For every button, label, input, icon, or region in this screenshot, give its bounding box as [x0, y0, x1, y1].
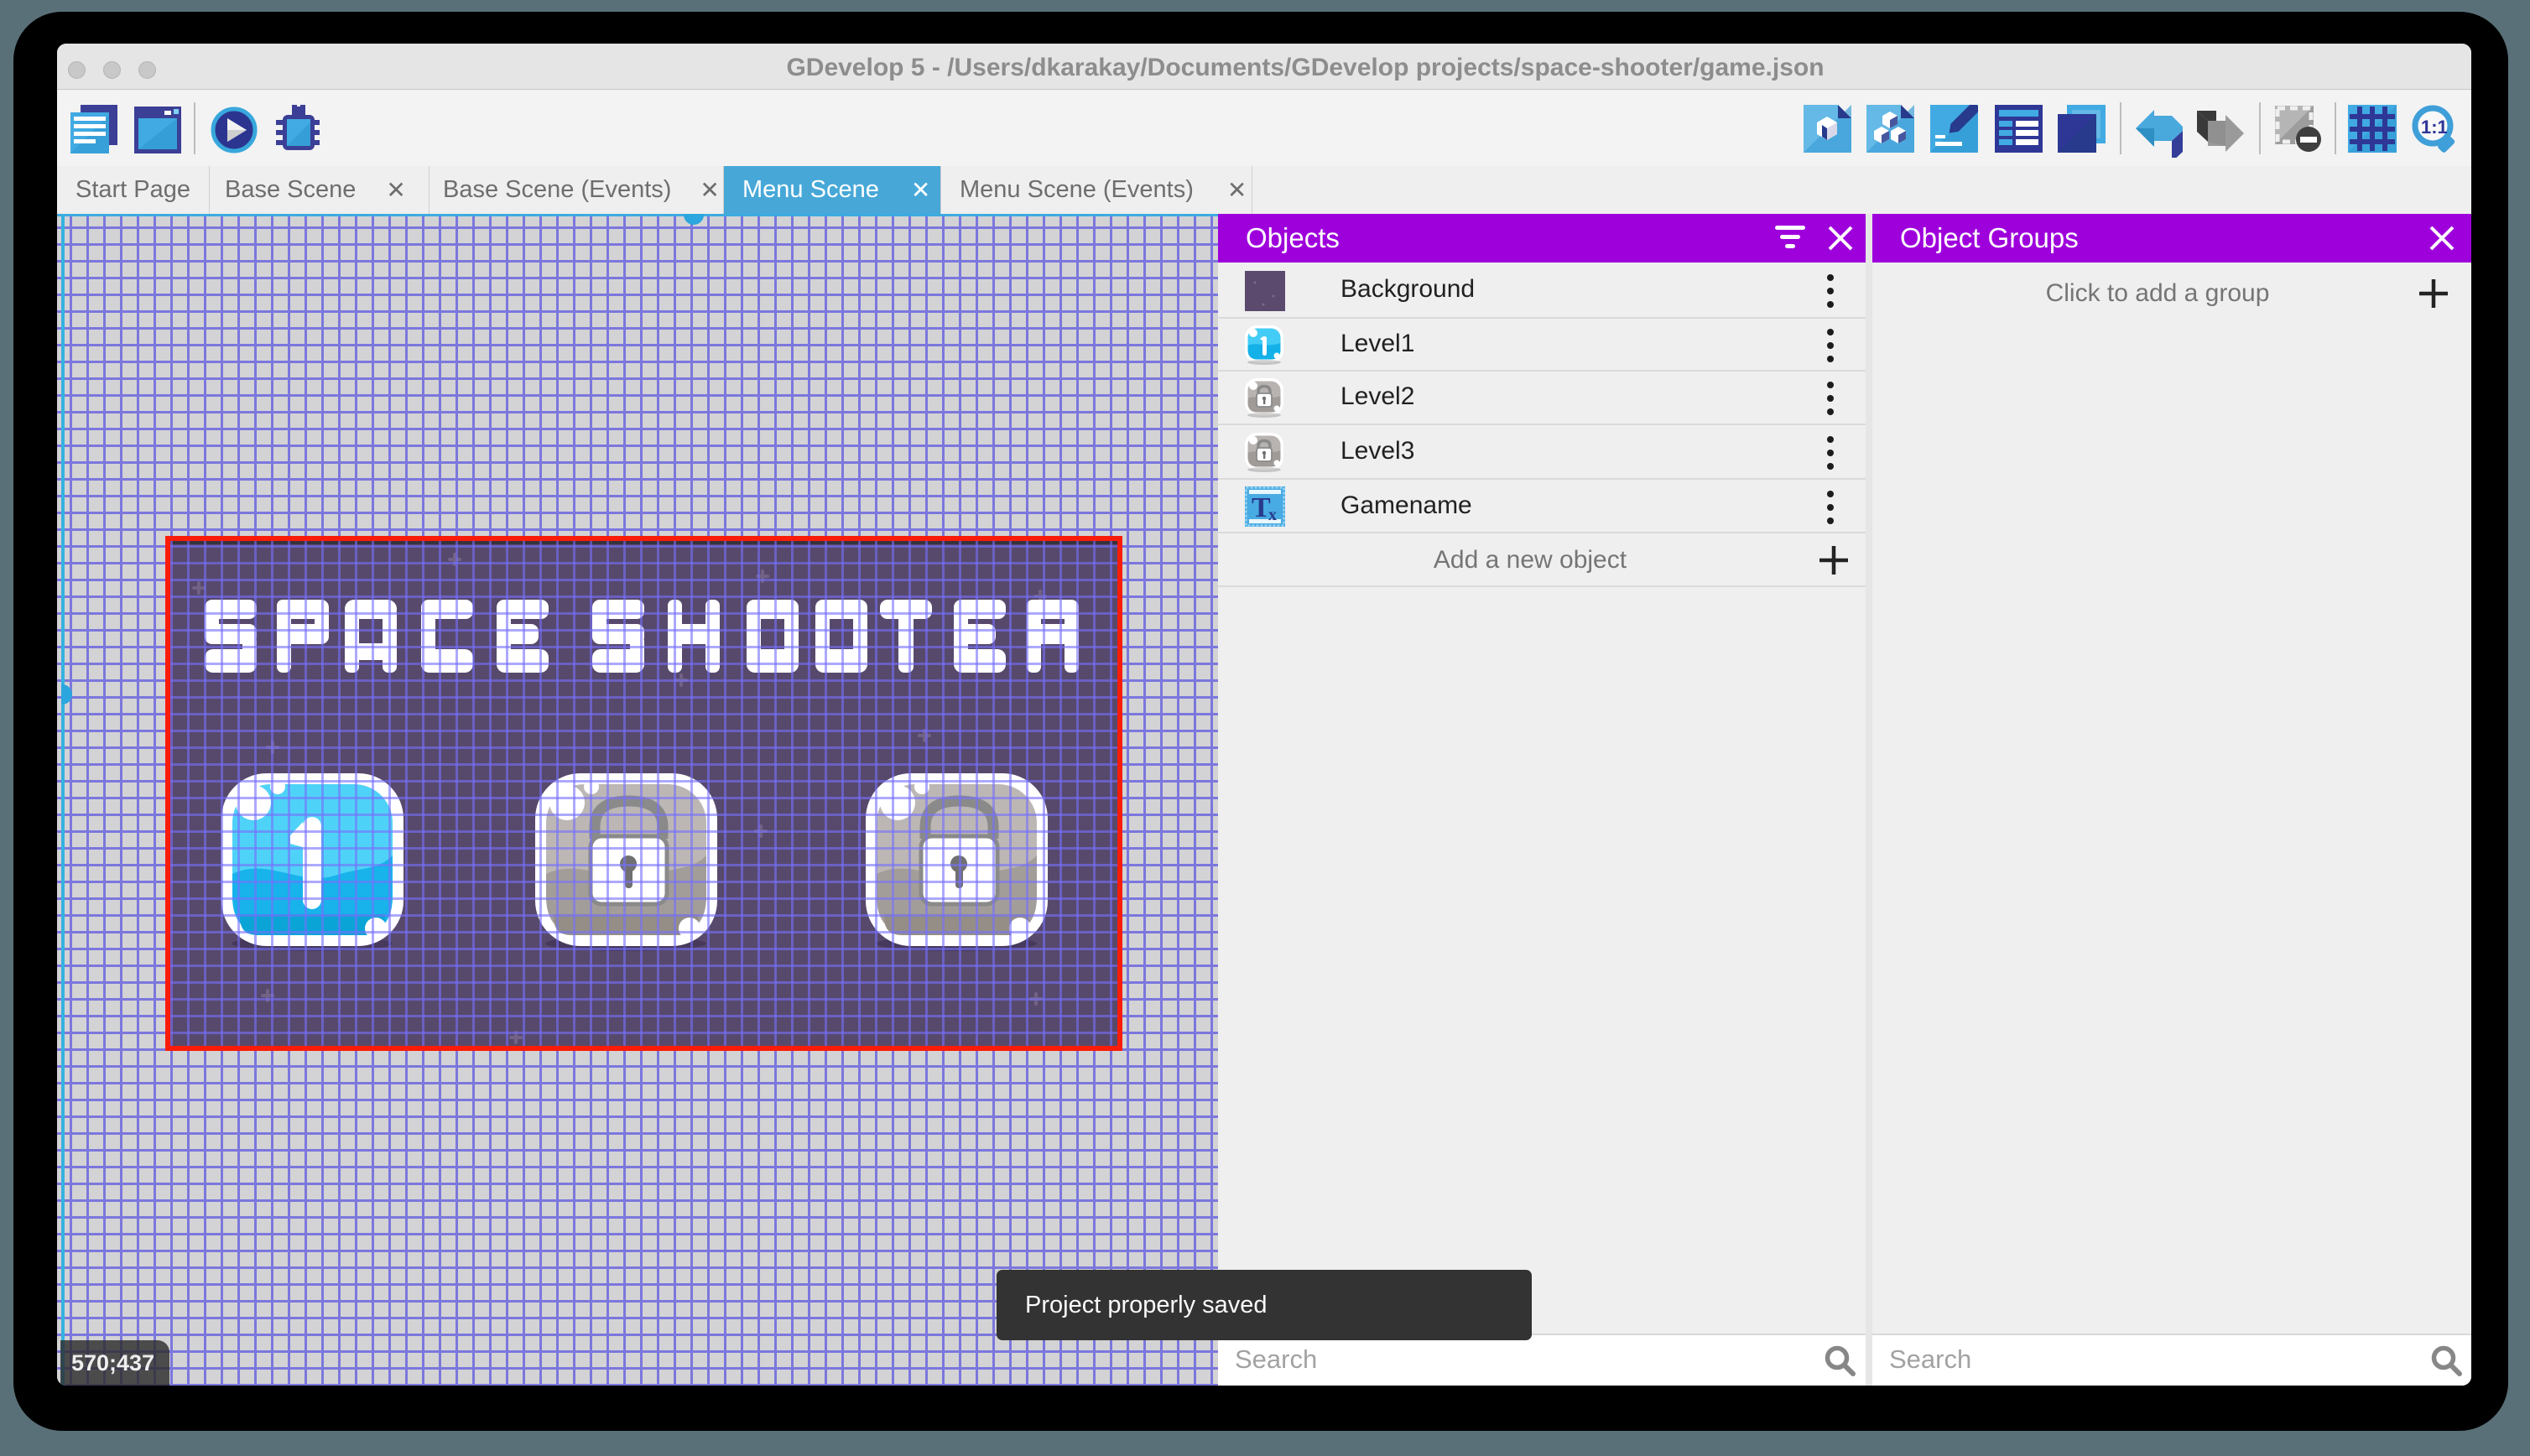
svg-text:1:1: 1:1 [2421, 117, 2448, 138]
svg-text:x: x [1268, 506, 1277, 524]
